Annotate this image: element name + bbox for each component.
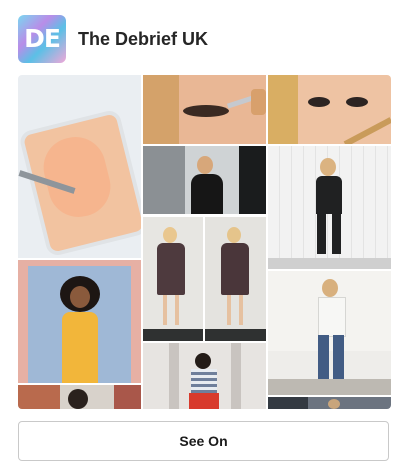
- photo-grid: [18, 75, 391, 409]
- avatar[interactable]: DE: [18, 15, 66, 63]
- account-name[interactable]: The Debrief UK: [78, 29, 208, 50]
- street-partial-photo[interactable]: [268, 397, 391, 409]
- see-on-button-label: See On: [179, 433, 228, 449]
- ice-cream-scoop-photo[interactable]: [18, 75, 141, 258]
- polka-dot-dress-back-photo[interactable]: [205, 217, 266, 341]
- avatar-logo-text: DE: [24, 24, 61, 53]
- black-jumpsuit-white-wall-photo[interactable]: [268, 146, 391, 269]
- eyeliner-closeup-photo[interactable]: [143, 75, 266, 144]
- polka-dot-dress-front-photo[interactable]: [143, 217, 203, 341]
- see-on-button[interactable]: See On: [18, 421, 389, 461]
- woman-black-outfit-photo[interactable]: [143, 146, 266, 214]
- profile-header: DE The Debrief UK: [18, 14, 208, 64]
- brick-wall-partial-photo[interactable]: [18, 385, 141, 409]
- blush-brush-closeup-photo[interactable]: [268, 75, 391, 144]
- yellow-dress-pink-wall-photo[interactable]: [18, 260, 141, 383]
- white-top-jeans-photo[interactable]: [268, 271, 391, 395]
- striped-top-red-skirt-photo[interactable]: [143, 343, 266, 409]
